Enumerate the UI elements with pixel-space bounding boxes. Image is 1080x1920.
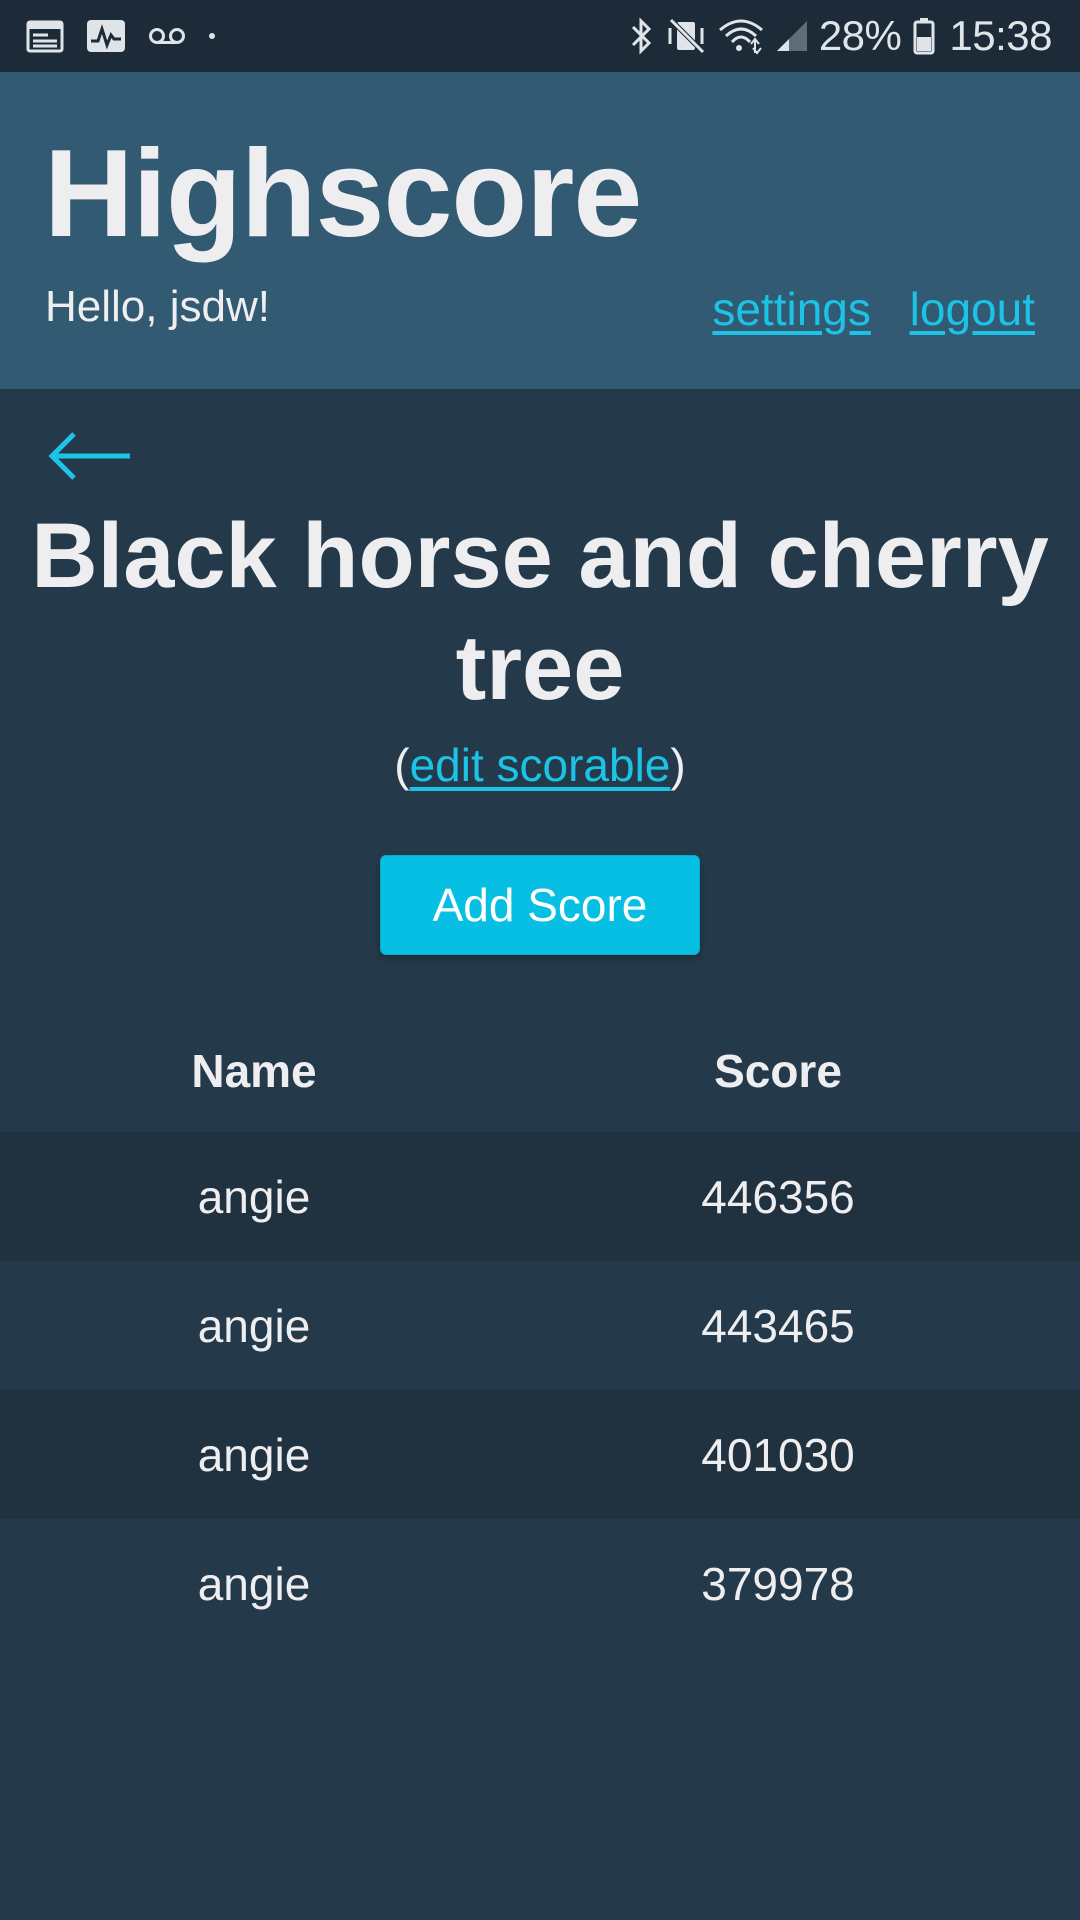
- logout-link[interactable]: logout: [910, 283, 1035, 335]
- table-row: angie 446356: [0, 1132, 1080, 1261]
- battery-icon: [913, 17, 935, 55]
- row-name-cell: angie: [197, 1557, 311, 1610]
- clock: 15:38: [949, 12, 1052, 59]
- wifi-icon: [717, 16, 765, 56]
- row-score-cell: 443465: [701, 1299, 855, 1352]
- row-name-cell: angie: [197, 1428, 311, 1481]
- column-header-score: Score: [714, 1045, 842, 1097]
- status-bar: 28% 15:38: [0, 0, 1080, 72]
- row-score-cell: 446356: [701, 1170, 855, 1223]
- status-bar-left: [26, 19, 238, 53]
- signal-icon: [775, 19, 809, 53]
- edit-scorable-line: (edit scorable): [0, 738, 1080, 792]
- row-name-cell: angie: [197, 1170, 311, 1223]
- edit-paren-close: ): [670, 739, 686, 791]
- table-header: Name Score: [0, 1010, 1080, 1132]
- table-row: angie 379978: [0, 1519, 1080, 1648]
- app-title: Highscore: [44, 125, 642, 263]
- edit-scorable-link[interactable]: edit scorable: [410, 739, 671, 791]
- column-header-name: Name: [191, 1045, 317, 1097]
- battery-percent: 28%: [818, 12, 902, 59]
- app-header: Highscore Hello, jsdw! settings logout: [0, 72, 1080, 389]
- bluetooth-icon: [629, 16, 655, 56]
- activity-icon: [86, 19, 126, 53]
- row-score-cell: 401030: [701, 1428, 855, 1481]
- calendar-icon: [26, 19, 64, 53]
- scorable-title: Black horse and cherry tree: [31, 505, 1049, 719]
- row-score-cell: 379978: [701, 1557, 855, 1610]
- header-links: settings logout: [686, 282, 1035, 336]
- dot-icon: [208, 32, 216, 40]
- back-arrow-icon[interactable]: [48, 430, 134, 482]
- edit-paren-open: (: [394, 739, 410, 791]
- greeting-text: Hello, jsdw!: [45, 282, 270, 331]
- voicemail-icon: [148, 26, 186, 46]
- add-score-button[interactable]: Add Score: [380, 855, 700, 955]
- status-bar-right: 28% 15:38: [629, 12, 1052, 60]
- vibrate-mute-icon: [665, 16, 707, 56]
- table-row: angie 401030: [0, 1390, 1080, 1519]
- row-name-cell: angie: [197, 1299, 311, 1352]
- settings-link[interactable]: settings: [712, 283, 871, 335]
- score-table: Name Score angie 446356 angie 443465 ang…: [0, 1010, 1080, 1648]
- table-row: angie 443465: [0, 1261, 1080, 1390]
